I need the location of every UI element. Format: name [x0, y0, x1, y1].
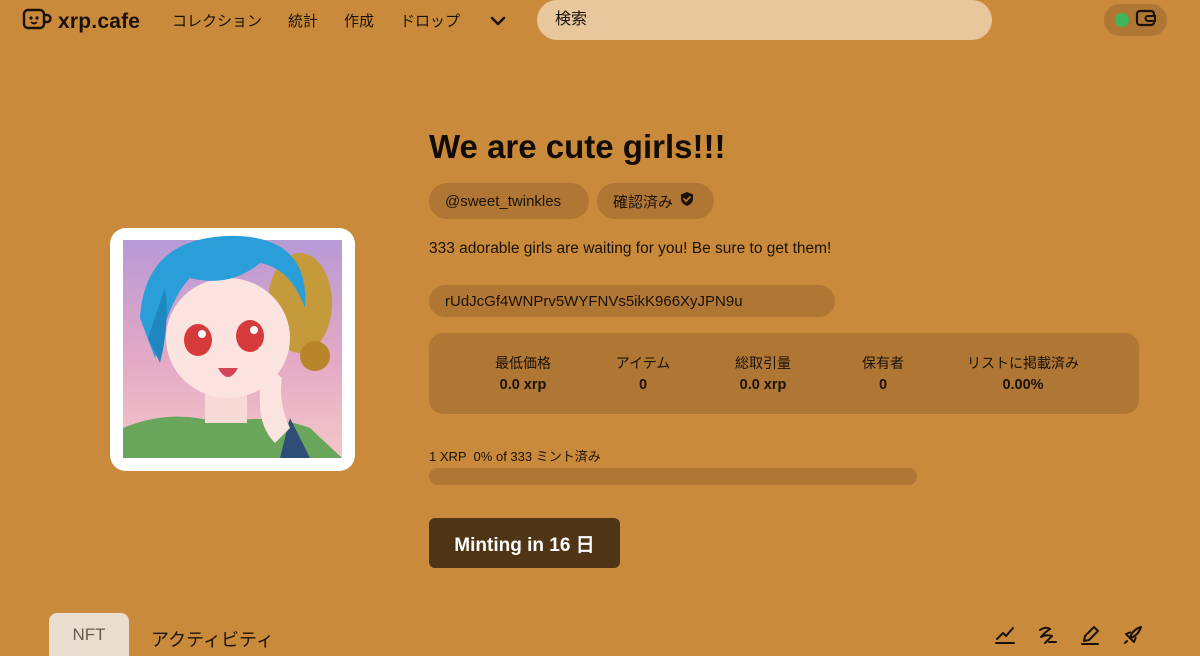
logo[interactable]: xrp.cafe [22, 6, 140, 37]
collection-description: 333 adorable girls are waiting for you! … [429, 240, 832, 257]
wallet-icon [1135, 8, 1157, 33]
main-nav: コレクション 統計 作成 ドロップ [172, 10, 486, 31]
stat-items: アイテム 0 [578, 353, 708, 393]
stat-floor-price: 最低価格 0.0 xrp [458, 353, 588, 393]
nav-item-collections[interactable]: コレクション [172, 10, 262, 31]
search-input[interactable] [537, 0, 992, 40]
nav-item-stats[interactable]: 統計 [288, 10, 318, 31]
verified-badge: 確認済み [597, 183, 714, 219]
creator-badge[interactable]: @sweet_twinkles [429, 183, 589, 219]
wallet-button[interactable] [1104, 4, 1167, 36]
chart-line-icon[interactable] [994, 624, 1016, 651]
stat-label: アイテム [615, 355, 671, 371]
nav-item-create[interactable]: 作成 [344, 10, 374, 31]
coffee-cup-icon [22, 6, 52, 37]
pencil-icon[interactable] [1079, 624, 1101, 651]
stat-holders: 保有者 0 [818, 353, 948, 393]
stat-value: 0 [878, 377, 888, 393]
collection-title: We are cute girls!!! [429, 128, 726, 165]
stat-value: 0 [638, 377, 648, 393]
top-bar: xrp.cafe コレクション 統計 作成 ドロップ [0, 0, 1200, 44]
mint-progress-label: 1 XRP 0% of 333 ミント済み [429, 449, 601, 464]
stat-volume: 総取引量 0.0 xrp [698, 353, 828, 393]
issuer-address[interactable]: rUdJcGf4WNPrv5WYFNVs5ikK966XyJPN9u [429, 285, 835, 317]
stat-label: リストに掲載済み [967, 355, 1079, 371]
sign-icon[interactable] [1036, 624, 1058, 651]
stat-label: 保有者 [862, 355, 904, 371]
stat-value: 0.0 xrp [739, 377, 787, 393]
chevron-down-icon[interactable] [489, 12, 507, 35]
stat-value: 0.00% [1002, 377, 1044, 393]
shield-check-icon [679, 191, 695, 211]
collection-avatar [110, 228, 355, 471]
mint-button[interactable]: Minting in 16 日 [429, 518, 620, 568]
connection-status-dot [1114, 13, 1129, 27]
stats-panel: 最低価格 0.0 xrp アイテム 0 総取引量 0.0 xrp 保有者 0 リ… [429, 333, 1139, 414]
stat-value: 0.0 xrp [499, 377, 547, 393]
tab-nft[interactable]: NFT [49, 613, 129, 656]
mint-progress-bar [429, 468, 917, 485]
stat-listed: リストに掲載済み 0.00% [958, 353, 1088, 393]
nav-item-drops[interactable]: ドロップ [400, 10, 460, 31]
stat-label: 最低価格 [495, 355, 551, 371]
logo-text: xrp.cafe [58, 9, 141, 33]
stat-label: 総取引量 [735, 355, 791, 371]
verified-label: 確認済み [613, 193, 674, 211]
tab-activity[interactable]: アクティビティ [151, 626, 274, 652]
rocket-icon[interactable] [1122, 624, 1144, 651]
